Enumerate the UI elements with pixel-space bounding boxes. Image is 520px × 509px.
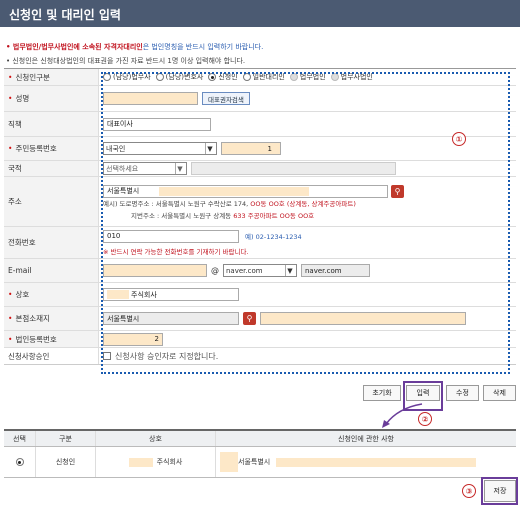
table-header: 선택 구분 상호 신청인에 관한 사항 [4, 431, 516, 447]
notice-line-1: • 법무법인/법무사법인에 소속된 자격자대리인은 법인명칭을 반드시 입력하기… [6, 42, 263, 52]
representative-search-button[interactable]: 대표권자검색 [202, 92, 250, 105]
approval-checkbox[interactable] [103, 352, 111, 360]
country-text-input[interactable] [191, 162, 396, 175]
phone-example: 예) 02-1234-1234 [245, 233, 302, 241]
label-name: 성명 [15, 94, 30, 103]
radio-attorney[interactable]: (담당)변호사 [155, 72, 203, 82]
row-approval: 신청사항승인 신청사항 승인자로 지정합니다. [4, 348, 516, 364]
address-example-road: 예시) 도로명주소 : 서울특별시 노원구 수락산로 174, OO동 OO호 … [103, 199, 356, 208]
address-input[interactable]: 서울특별시 [103, 184, 388, 198]
email-id-input[interactable] [103, 264, 207, 277]
save-button-highlight [481, 477, 518, 505]
arrow-icon [382, 403, 423, 428]
label-hq-location: 본점소재지 [15, 314, 50, 323]
row-hq-location: • 본점소재지 서울특별시 ⚲ [4, 307, 516, 331]
edit-button[interactable]: 수정 [446, 385, 479, 401]
radio-law-firm[interactable]: 법무법인 [289, 72, 326, 82]
chevron-down-icon: ▼ [175, 163, 184, 174]
radio-applicant[interactable]: 신청인 [208, 72, 238, 82]
row-resident-no: • 주민등록번호 내국인 ▼ 1 [4, 137, 516, 161]
reset-button[interactable]: 초기화 [363, 385, 401, 401]
notice-line-2: • 신청인은 신청대상법인의 대표권을 가진 자료 반드시 1명 이상 입력해야… [6, 57, 246, 65]
approval-checkbox-label: 신청사항 승인자로 지정합니다. [115, 351, 219, 361]
hq-address-input[interactable]: 서울특별시 [103, 312, 239, 325]
corp-reg-no-input[interactable]: 2 [103, 332, 163, 346]
country-select[interactable]: 선택하세요 ▼ [103, 162, 187, 175]
col-detail: 신청인에 관한 사항 [338, 434, 394, 443]
chevron-down-icon: ▼ [205, 143, 214, 154]
hq-detail-input[interactable] [260, 312, 466, 325]
notice-red-text: • 법무법인/법무사법인에 소속된 자격자대리인 [6, 43, 143, 51]
resident-no-input[interactable]: 1 [221, 142, 281, 155]
position-input[interactable]: 대표이사 [103, 117, 211, 131]
row-name: • 성명 대표권자검색 [4, 86, 516, 112]
row-email: E-mail @ naver.com ▼ naver.com [4, 259, 516, 283]
nationality-select[interactable]: 내국인 ▼ [103, 142, 217, 155]
row-country: 국적 선택하세요 ▼ [4, 161, 516, 177]
label-approval: 신청사항승인 [8, 351, 50, 361]
callout-badge-3: ③ [462, 484, 476, 498]
row-applicant-type: • 신청인구분 (담당)법무사 (담당)변호사 신청인 일반대리인 법무법인 법무… [4, 69, 516, 86]
address-example-lot: 지번주소 : 서울특별시 노원구 상계동 633 주공아파트 OO동 OO호 [131, 211, 315, 220]
email-at: @ [211, 266, 219, 275]
delete-button[interactable]: 삭제 [483, 385, 516, 401]
table-row[interactable]: 신청인 주식회사 서울특별시 [4, 447, 516, 478]
name-input[interactable] [103, 92, 198, 105]
phone-warning: ※ 반드시 연락 가능한 전화번호를 기재하기 바랍니다. [103, 247, 249, 256]
row-address: 주소 서울특별시 ⚲ 예시) 도로명주소 : 서울특별시 노원구 수락산로 17… [4, 177, 516, 227]
label-company-name: 상호 [15, 290, 30, 299]
col-select: 선택 [4, 431, 36, 446]
applicant-table: 선택 구분 상호 신청인에 관한 사항 신청인 주식회사 서울특별시 [4, 429, 516, 478]
chevron-down-icon: ▼ [285, 265, 294, 276]
row-corp-reg-no: • 법인등록번호 2 [4, 331, 516, 348]
row-select-radio[interactable] [15, 458, 24, 466]
label-phone: 전화번호 [8, 238, 36, 247]
applicant-form: • 신청인구분 (담당)법무사 (담당)변호사 신청인 일반대리인 법무법인 법무… [4, 68, 516, 365]
row-type: 신청인 [36, 447, 96, 477]
label-address: 주소 [8, 197, 22, 206]
search-icon[interactable]: ⚲ [243, 312, 256, 325]
radio-lawyer-scrivener[interactable]: (담당)법무사 [103, 72, 151, 82]
email-domain-input[interactable]: naver.com [301, 264, 370, 277]
col-company: 상호 [96, 431, 216, 446]
row-phone: 전화번호 010 예) 02-1234-1234 ※ 반드시 연락 가능한 전화… [4, 227, 516, 259]
row-company-name: • 상호 주식회사 [4, 283, 516, 307]
label-corp-reg-no: 법인등록번호 [15, 334, 57, 344]
callout-badge-1: ① [452, 132, 466, 146]
label-email: E-mail [8, 266, 32, 275]
label-country: 국적 [8, 164, 22, 173]
page-title: 신청인 및 대리인 입력 [0, 0, 520, 27]
label-resident-no: 주민등록번호 [15, 144, 57, 153]
label-position: 직책 [8, 119, 22, 129]
col-type: 구분 [36, 431, 96, 446]
email-domain-select[interactable]: naver.com ▼ [223, 264, 297, 277]
company-name-input[interactable]: 주식회사 [103, 288, 239, 301]
row-company: 주식회사 [156, 458, 183, 466]
radio-general-agent[interactable]: 일반대리인 [242, 72, 285, 82]
phone-input[interactable]: 010 [103, 229, 239, 243]
row-detail: 서울특별시 [238, 458, 271, 466]
search-icon[interactable]: ⚲ [391, 184, 404, 198]
notice-blue-text: 은 법인명칭을 반드시 입력하기 바랍니다. [142, 43, 264, 51]
label-applicant-type: 신청인구분 [15, 72, 50, 82]
radio-scrivener-firm[interactable]: 법무사법인 [330, 72, 373, 82]
row-position: 직책 대표이사 [4, 112, 516, 137]
